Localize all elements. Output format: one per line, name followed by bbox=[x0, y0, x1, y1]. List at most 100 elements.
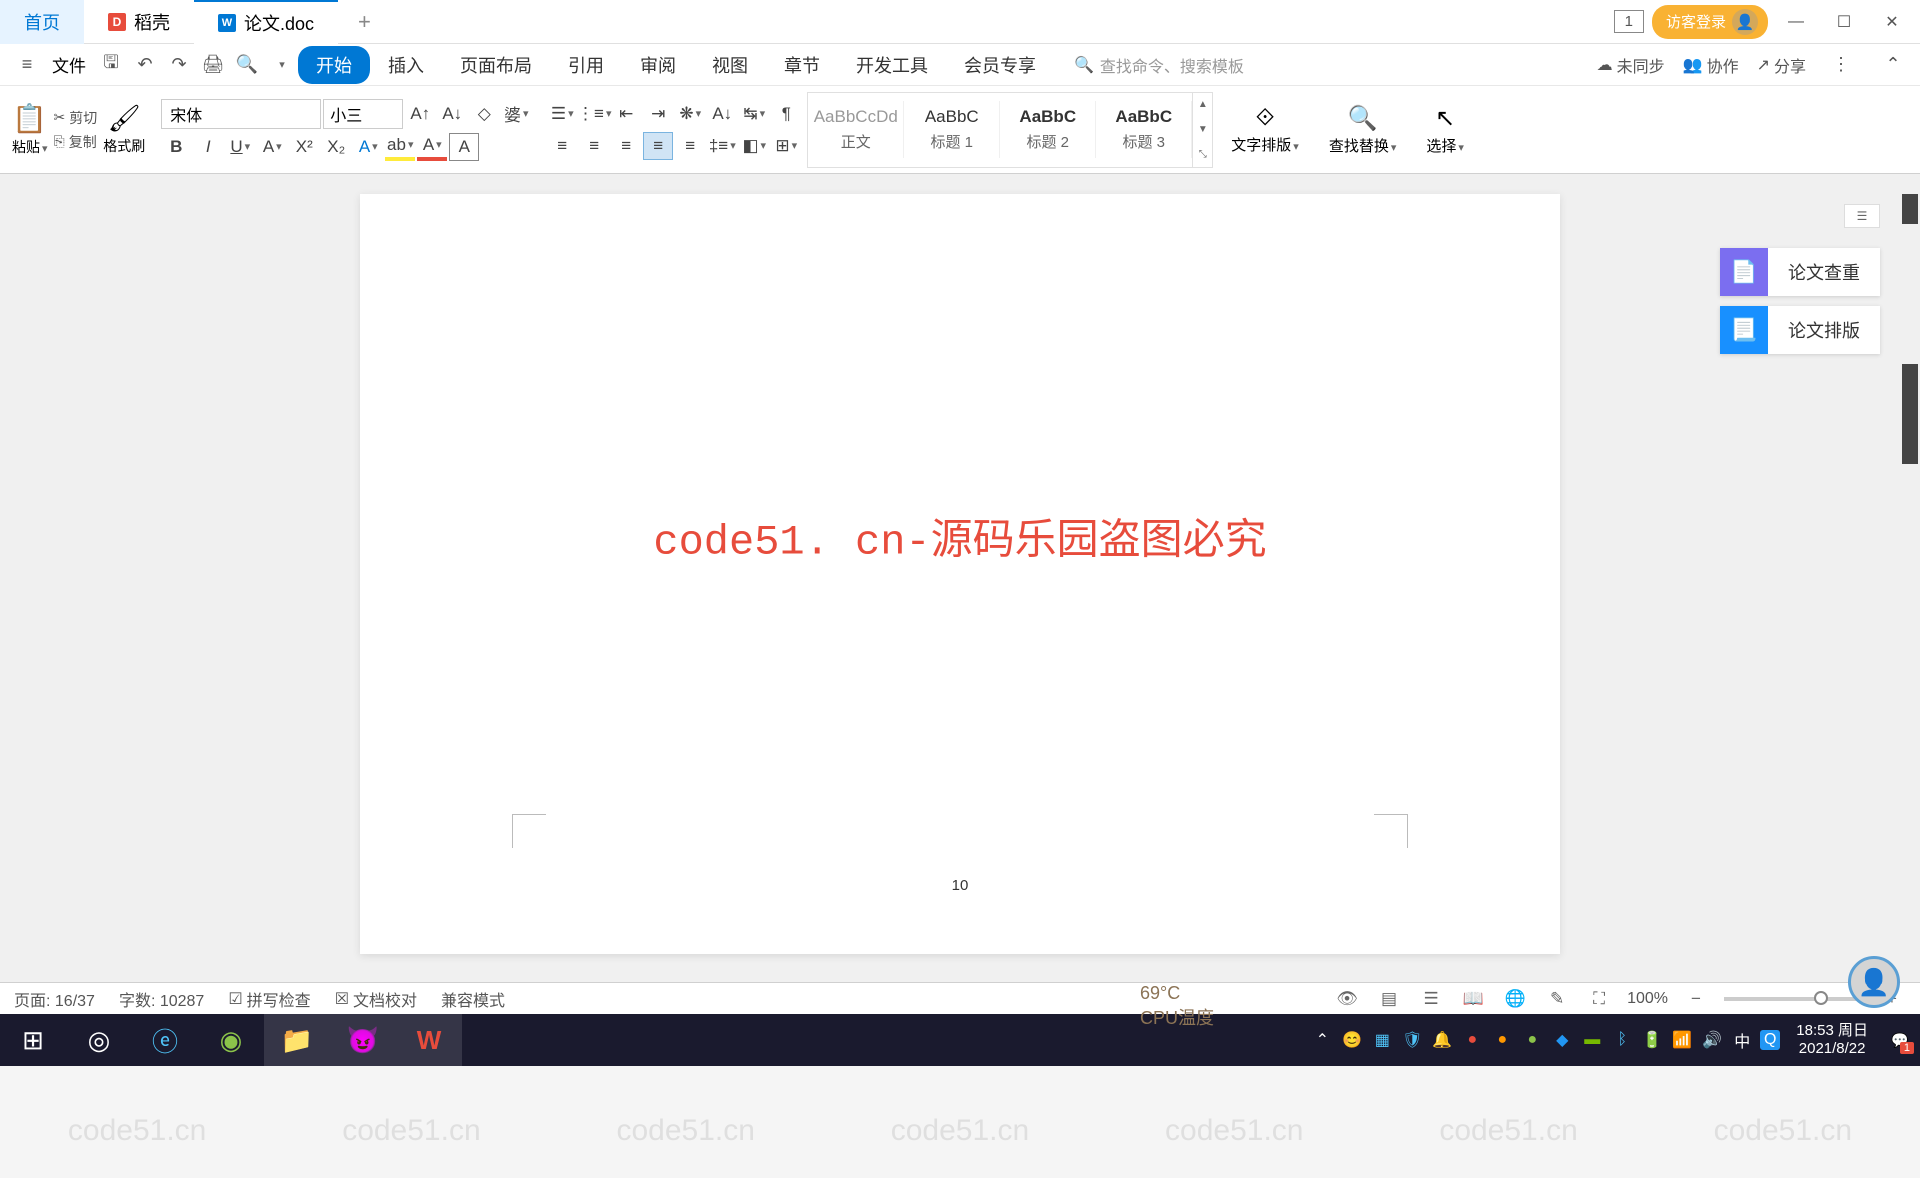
italic-button[interactable]: I bbox=[193, 133, 223, 161]
outline-view-icon[interactable]: ☰ bbox=[1417, 987, 1445, 1011]
paste-button[interactable]: 📋 粘贴 bbox=[12, 102, 48, 157]
menu-insert[interactable]: 插入 bbox=[370, 46, 442, 84]
preview-icon[interactable]: 🔍 bbox=[230, 48, 264, 82]
maximize-button[interactable]: ☐ bbox=[1824, 9, 1864, 35]
ime-indicator[interactable]: 中 bbox=[1730, 1028, 1754, 1052]
tray-shield-icon[interactable]: 🛡 bbox=[1400, 1028, 1424, 1052]
bold-button[interactable]: B bbox=[161, 133, 191, 161]
underline-button[interactable]: U bbox=[225, 133, 255, 161]
tab-daoke[interactable]: D稻壳 bbox=[84, 0, 194, 44]
side-toggle[interactable]: ☰ bbox=[1844, 204, 1880, 228]
increase-font-icon[interactable]: A↑ bbox=[405, 100, 435, 128]
vertical-scrollbar[interactable] bbox=[1900, 174, 1920, 982]
share-button[interactable]: ↗分享 bbox=[1757, 53, 1806, 77]
style-h3[interactable]: AaBbC标题 3 bbox=[1096, 101, 1192, 158]
web-view-icon[interactable]: 🌐 bbox=[1501, 987, 1529, 1011]
file-menu[interactable]: 文件 bbox=[44, 52, 94, 77]
redo-icon[interactable]: ↷ bbox=[162, 48, 196, 82]
notification-center[interactable]: 💬1 bbox=[1884, 1020, 1916, 1060]
border-button[interactable]: ⊞ bbox=[771, 132, 801, 160]
strikethrough-button[interactable]: A bbox=[257, 133, 287, 161]
hamburger-icon[interactable]: ≡ bbox=[10, 48, 44, 82]
find-replace-button[interactable]: 🔍 查找替换 bbox=[1317, 104, 1409, 156]
paper-check-button[interactable]: 📄论文查重 bbox=[1720, 248, 1880, 296]
asian-layout-button[interactable]: ❋ bbox=[675, 100, 705, 128]
style-h1[interactable]: AaBbC标题 1 bbox=[904, 101, 1000, 158]
task-browser[interactable]: ◉ bbox=[198, 1014, 264, 1066]
paper-format-button[interactable]: 📃论文排版 bbox=[1720, 306, 1880, 354]
spellcheck-button[interactable]: ☑拼写检查 bbox=[228, 987, 310, 1011]
sort-button[interactable]: A↓ bbox=[707, 100, 737, 128]
word-count[interactable]: 字数: 10287 bbox=[119, 987, 204, 1011]
menu-vip[interactable]: 会员专享 bbox=[946, 46, 1054, 84]
align-left-button[interactable]: ≡ bbox=[547, 132, 577, 160]
assistant-avatar[interactable]: 👤 bbox=[1848, 956, 1900, 1008]
style-normal[interactable]: AaBbCcDd正文 bbox=[808, 101, 904, 158]
distribute-button[interactable]: ≡ bbox=[675, 132, 705, 160]
close-button[interactable]: ✕ bbox=[1872, 9, 1912, 35]
collapse-ribbon-icon[interactable]: ⌃ bbox=[1876, 48, 1910, 82]
tray-red-icon[interactable]: ● bbox=[1460, 1028, 1484, 1052]
proofing-button[interactable]: ☒文档校对 bbox=[335, 987, 417, 1011]
menu-pagelayout[interactable]: 页面布局 bbox=[442, 46, 550, 84]
tray-bell-icon[interactable]: 🔔 bbox=[1430, 1028, 1454, 1052]
tray-orange-icon[interactable]: ● bbox=[1490, 1028, 1514, 1052]
zoom-slider[interactable] bbox=[1724, 997, 1864, 1001]
subscript-button[interactable]: X₂ bbox=[321, 133, 351, 161]
task-wps[interactable]: W bbox=[396, 1014, 462, 1066]
tray-q-icon[interactable]: Q bbox=[1760, 1030, 1780, 1050]
line-spacing-button[interactable]: ‡≡ bbox=[707, 132, 737, 160]
collaborate-button[interactable]: 👥协作 bbox=[1683, 53, 1739, 77]
print-icon[interactable]: 🖨 bbox=[196, 48, 230, 82]
show-marks-button[interactable]: ¶ bbox=[771, 100, 801, 128]
highlight-button[interactable]: ab bbox=[385, 133, 415, 161]
tray-green-icon[interactable]: ● bbox=[1520, 1028, 1544, 1052]
font-name-select[interactable] bbox=[161, 99, 321, 129]
tab-add[interactable]: + bbox=[338, 9, 391, 35]
tab-document[interactable]: W论文.doc bbox=[194, 0, 338, 44]
menu-chapter[interactable]: 章节 bbox=[766, 46, 838, 84]
tray-nvidia-icon[interactable]: ▬ bbox=[1580, 1028, 1604, 1052]
quickaccess-dropdown[interactable] bbox=[264, 48, 298, 82]
start-button[interactable]: ⊞ bbox=[0, 1014, 66, 1066]
style-expand-icon[interactable]: ⤡ bbox=[1192, 142, 1212, 167]
tray-up-icon[interactable]: ⌃ bbox=[1310, 1028, 1334, 1052]
page-indicator[interactable]: 页面: 16/37 bbox=[14, 987, 95, 1011]
style-gallery[interactable]: AaBbCcDd正文 AaBbC标题 1 AaBbC标题 2 AaBbC标题 3… bbox=[807, 92, 1213, 168]
save-icon[interactable]: 🖫 bbox=[94, 48, 128, 82]
read-view-icon[interactable]: 📖 bbox=[1459, 987, 1487, 1011]
zoom-level[interactable]: 100% bbox=[1627, 990, 1668, 1008]
tray-app-icon[interactable]: ▦ bbox=[1370, 1028, 1394, 1052]
increase-indent-button[interactable]: ⇥ bbox=[643, 100, 673, 128]
copy-button[interactable]: ⎘复制 bbox=[54, 132, 98, 152]
align-justify-button[interactable]: ≡ bbox=[643, 132, 673, 160]
undo-icon[interactable]: ↶ bbox=[128, 48, 162, 82]
cut-button[interactable]: ✂剪切 bbox=[54, 108, 98, 128]
tray-blue-icon[interactable]: ◆ bbox=[1550, 1028, 1574, 1052]
fit-icon[interactable]: ⛶ bbox=[1585, 987, 1613, 1011]
zoom-out-button[interactable]: − bbox=[1682, 987, 1710, 1011]
font-color-button[interactable]: A bbox=[417, 133, 447, 161]
page[interactable]: code51. cn-源码乐园盗图必究 10 bbox=[360, 194, 1560, 954]
shading-button[interactable]: ◧ bbox=[739, 132, 769, 160]
menu-review[interactable]: 审阅 bbox=[622, 46, 694, 84]
decrease-font-icon[interactable]: A↓ bbox=[437, 100, 467, 128]
task-explorer[interactable]: 📁 bbox=[264, 1014, 330, 1066]
tab-button[interactable]: ↹ bbox=[739, 100, 769, 128]
page-view-icon[interactable]: ▤ bbox=[1375, 987, 1403, 1011]
eye-icon[interactable]: 👁 bbox=[1333, 987, 1361, 1011]
style-h2[interactable]: AaBbC标题 2 bbox=[1000, 101, 1096, 158]
menu-start[interactable]: 开始 bbox=[298, 46, 370, 84]
wifi-icon[interactable]: 📶 bbox=[1670, 1028, 1694, 1052]
char-border-button[interactable]: A bbox=[449, 133, 479, 161]
decrease-indent-button[interactable]: ⇤ bbox=[611, 100, 641, 128]
menu-view[interactable]: 视图 bbox=[694, 46, 766, 84]
text-layout-button[interactable]: ⟐ 文字排版 bbox=[1219, 104, 1311, 155]
login-button[interactable]: 访客登录👤 bbox=[1652, 5, 1768, 39]
minimize-button[interactable]: — bbox=[1776, 9, 1816, 35]
menu-reference[interactable]: 引用 bbox=[550, 46, 622, 84]
numbering-button[interactable]: ⋮≡ bbox=[579, 100, 609, 128]
text-effect-button[interactable]: A bbox=[353, 133, 383, 161]
align-center-button[interactable]: ≡ bbox=[579, 132, 609, 160]
bullets-button[interactable]: ☰ bbox=[547, 100, 577, 128]
